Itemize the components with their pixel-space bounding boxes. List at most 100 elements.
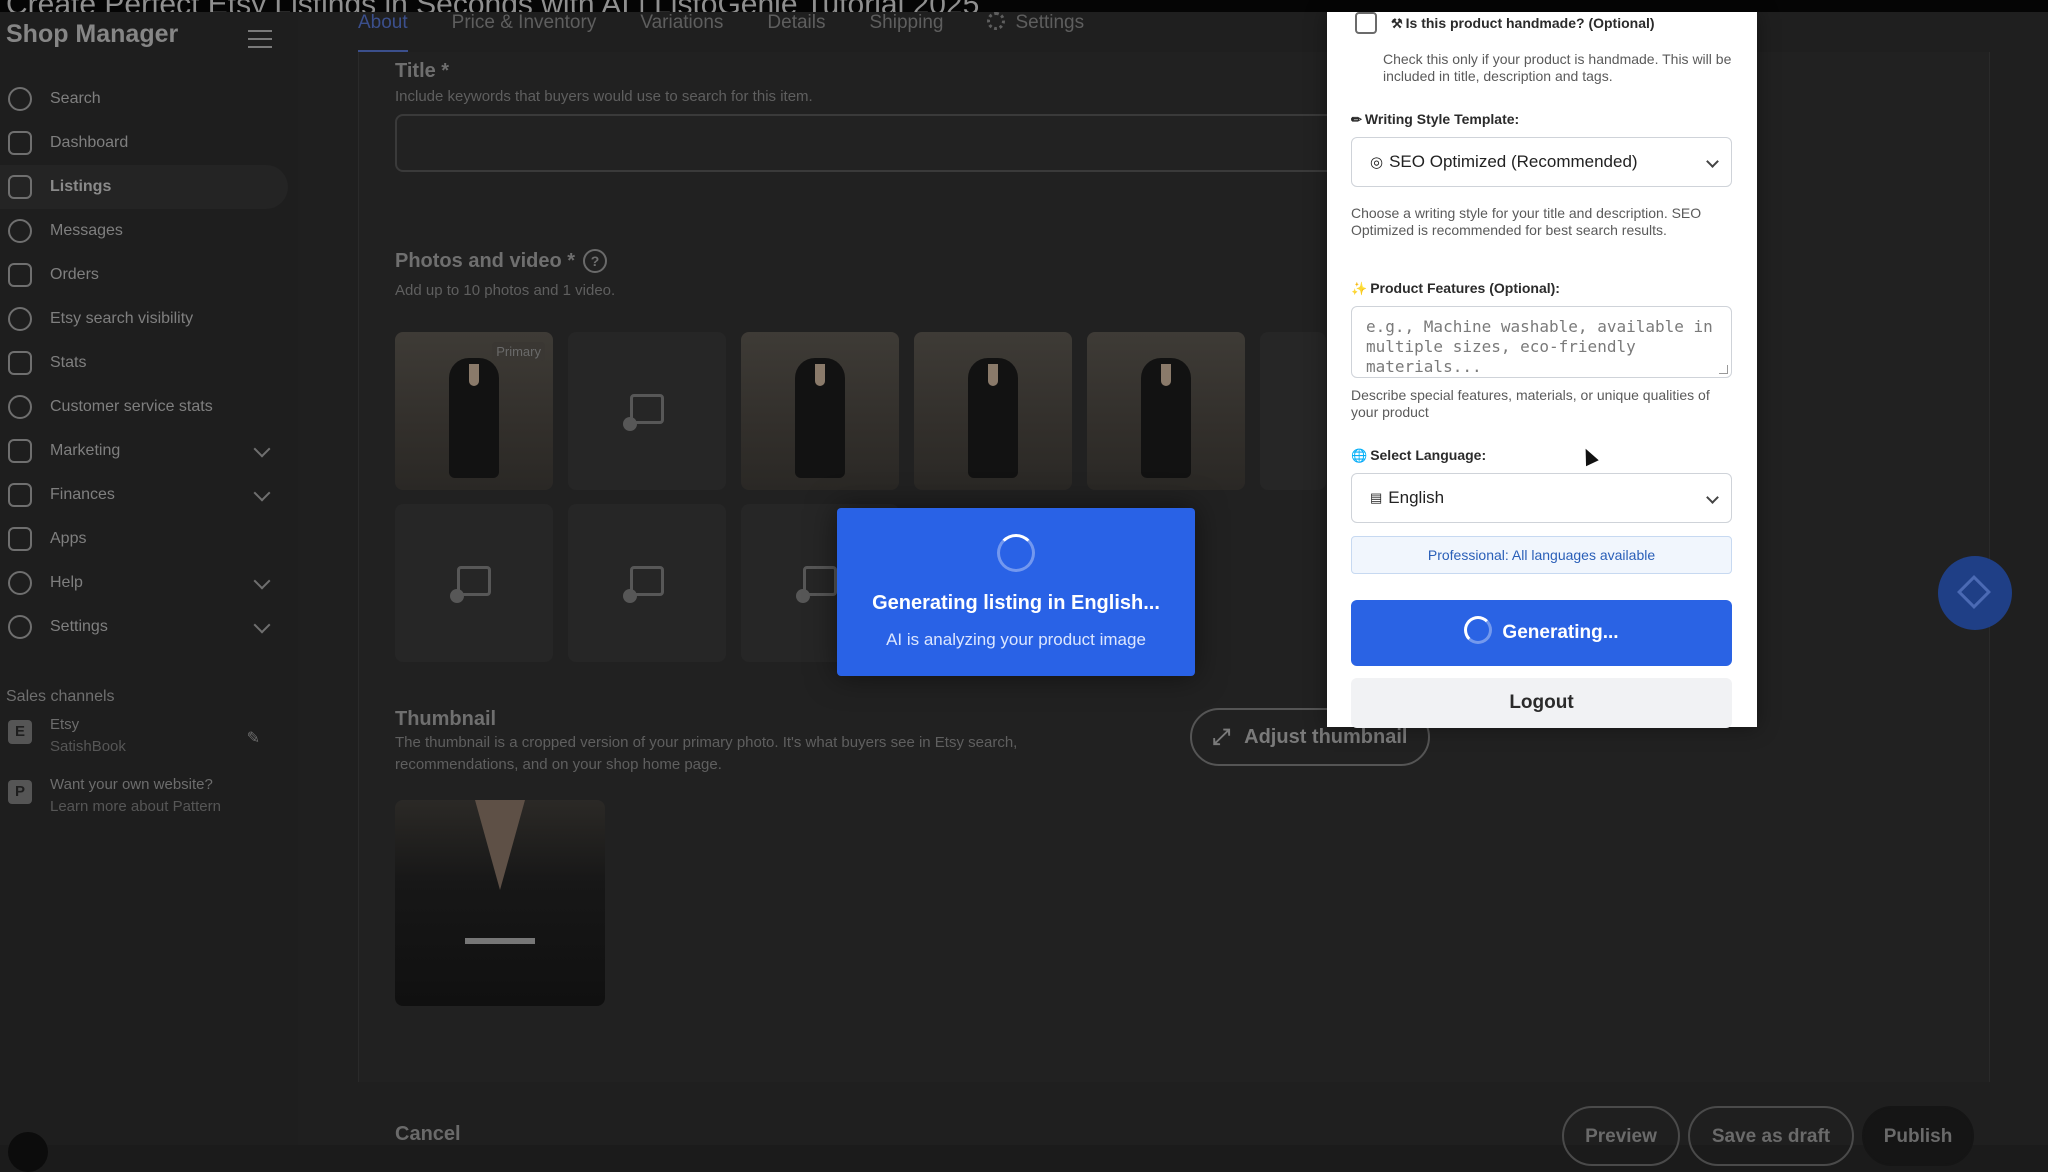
photo-tile-primary[interactable]: Primary	[395, 332, 553, 490]
handmade-label: ⚒ Is this product handmade? (Optional)	[1391, 15, 1655, 31]
handmade-help: Check this only if your product is handm…	[1383, 51, 1732, 84]
product-photo	[795, 358, 845, 478]
chat-icon	[8, 219, 32, 243]
expand-icon: ⤢	[1212, 724, 1231, 749]
photo-slot[interactable]	[568, 504, 726, 662]
us-flag-icon: ▤	[1370, 490, 1383, 505]
logout-button[interactable]: Logout	[1351, 678, 1732, 728]
pencil-icon: ✏	[1351, 112, 1362, 127]
photo-slot[interactable]	[395, 504, 553, 662]
language-select[interactable]: ▤ English	[1351, 473, 1732, 523]
cancel-button[interactable]: Cancel	[395, 1123, 461, 1146]
photo-tile[interactable]	[1260, 332, 1326, 490]
tab-price-inventory[interactable]: Price & Inventory	[452, 12, 597, 52]
languages-info-badge: Professional: All languages available	[1351, 536, 1732, 574]
chevron-down-icon	[253, 440, 271, 458]
image-add-icon	[450, 566, 491, 603]
photo-tile[interactable]	[914, 332, 1072, 490]
photos-hint: Add up to 10 photos and 1 video.	[395, 282, 616, 299]
channel-name: Etsy	[50, 716, 80, 733]
product-photo	[449, 358, 499, 478]
photo-tile[interactable]	[1087, 332, 1245, 490]
product-photo	[968, 358, 1018, 478]
style-label: ✏ Writing Style Template:	[1351, 111, 1520, 127]
sidebar-item-stats[interactable]: Stats	[0, 341, 298, 385]
title-hint: Include keywords that buyers would use t…	[395, 88, 813, 105]
preview-button[interactable]: Preview	[1562, 1106, 1680, 1166]
thumbnail-image	[395, 800, 605, 1006]
generate-button[interactable]: Generating...	[1351, 600, 1732, 666]
gear-icon	[987, 12, 1006, 30]
features-label: ✨ Product Features (Optional):	[1351, 280, 1560, 296]
video-title-bar: Create Perfect Etsy Listings in Seconds …	[0, 0, 2048, 21]
publish-button[interactable]: Publish	[1862, 1106, 1974, 1166]
toast-subtitle: AI is analyzing your product image	[886, 630, 1146, 649]
sidebar-item-messages[interactable]: Messages	[0, 209, 298, 253]
apps-icon	[8, 527, 32, 551]
title-input[interactable]	[395, 114, 1359, 172]
bank-icon	[8, 483, 32, 507]
channel-link[interactable]: Learn more about Pattern	[50, 796, 221, 818]
sidebar-item-search[interactable]: Search	[0, 77, 298, 121]
avatar[interactable]	[8, 1132, 48, 1172]
chevron-down-icon	[253, 484, 271, 502]
people-icon	[8, 571, 32, 595]
sidebar-item-dashboard[interactable]: Dashboard	[0, 121, 298, 165]
writing-style-select[interactable]: ◎ SEO Optimized (Recommended)	[1351, 137, 1732, 187]
thumbnail-label: Thumbnail	[395, 708, 497, 730]
photos-label: Photos and video *?	[395, 249, 608, 273]
orders-icon	[8, 263, 32, 287]
sidebar-nav: Search Dashboard Listings Messages Order…	[0, 77, 298, 649]
gear-icon	[8, 615, 32, 639]
sidebar-item-apps[interactable]: Apps	[0, 517, 298, 561]
visibility-icon	[8, 307, 32, 331]
tab-variations[interactable]: Variations	[640, 12, 723, 52]
sidebar-item-search-visibility[interactable]: Etsy search visibility	[0, 297, 298, 341]
search-icon	[8, 87, 32, 111]
chevron-down-icon	[253, 616, 271, 634]
image-add-icon	[623, 566, 664, 603]
help-icon[interactable]: ?	[583, 249, 608, 273]
pattern-logo-icon: P	[8, 780, 32, 804]
features-help: Describe special features, materials, or…	[1351, 387, 1710, 420]
stats-icon	[8, 351, 32, 375]
handmade-checkbox[interactable]	[1355, 12, 1377, 34]
language-label: 🌐 Select Language:	[1351, 447, 1487, 463]
sidebar-item-marketing[interactable]: Marketing	[0, 429, 298, 473]
chevron-down-icon	[1706, 491, 1719, 504]
resize-handle[interactable]	[1719, 365, 1728, 374]
channel-etsy[interactable]: E Etsy SatishBook ✎	[8, 714, 268, 758]
tab-about[interactable]: About	[358, 12, 408, 52]
extension-launcher-button[interactable]	[1938, 556, 2012, 630]
tab-shipping[interactable]: Shipping	[870, 12, 944, 52]
video-tile[interactable]	[568, 332, 726, 490]
thumbnail-hint-2: recommendations, and on your shop home p…	[395, 756, 722, 773]
product-photo	[1141, 358, 1191, 478]
sidebar-item-finances[interactable]: Finances	[0, 473, 298, 517]
tab-settings[interactable]: Settings	[987, 12, 1084, 52]
chevron-down-icon	[253, 572, 271, 590]
sidebar-item-customer-service-stats[interactable]: Customer service stats	[0, 385, 298, 429]
thumbnail-hint-1: The thumbnail is a cropped version of yo…	[395, 734, 1018, 751]
tools-icon: ⚒	[1391, 16, 1403, 31]
title-label: Title *	[395, 60, 450, 82]
channel-name: Want your own website?	[50, 776, 213, 793]
sidebar-item-help[interactable]: Help	[0, 561, 298, 605]
chevron-down-icon	[1706, 155, 1719, 168]
globe-icon: 🌐	[1351, 448, 1368, 463]
save-draft-button[interactable]: Save as draft	[1688, 1106, 1854, 1166]
sidebar-item-listings[interactable]: Listings	[0, 165, 288, 209]
channel-pattern[interactable]: P Want your own website? Learn more about…	[8, 774, 268, 818]
tab-details[interactable]: Details	[767, 12, 825, 52]
style-help: Choose a writing style for your title an…	[1351, 205, 1702, 238]
hamburger-icon[interactable]	[248, 30, 272, 48]
image-add-icon	[796, 566, 837, 603]
photo-tile[interactable]	[741, 332, 899, 490]
pencil-icon[interactable]: ✎	[247, 728, 260, 748]
loading-spinner-icon	[997, 534, 1035, 572]
toast-title: Generating listing in English...	[872, 592, 1160, 614]
etsy-logo-icon: E	[8, 720, 32, 744]
sidebar-item-orders[interactable]: Orders	[0, 253, 298, 297]
sidebar-item-settings[interactable]: Settings	[0, 605, 298, 649]
features-textarea[interactable]: e.g., Machine washable, available in mul…	[1351, 306, 1732, 378]
